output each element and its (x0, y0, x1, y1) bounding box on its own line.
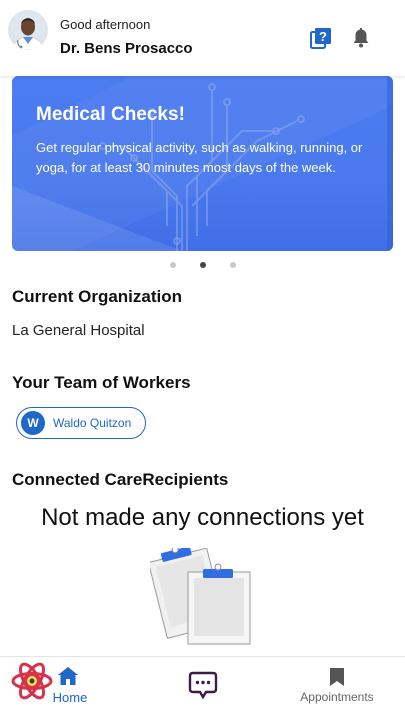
bookmark-icon (330, 668, 344, 686)
carousel-dot-2[interactable] (200, 262, 206, 268)
nav-appointments[interactable]: Appointments (300, 657, 374, 711)
react-logo-icon (11, 660, 53, 702)
organization-heading: Current Organization (12, 287, 183, 306)
tip-banner[interactable]: Medical Checks! Get regular physical act… (12, 76, 393, 251)
worker-chip[interactable]: W Waldo Quitzon (16, 407, 147, 439)
worker-name: Waldo Quitzon (53, 416, 132, 430)
carousel-dot-1[interactable] (170, 262, 176, 268)
chat-icon (188, 671, 218, 700)
bell-icon[interactable] (350, 27, 372, 49)
svg-text:?: ? (319, 29, 327, 44)
nav-home[interactable]: Home (53, 657, 87, 711)
banner-text: Get regular physical activity, such as w… (36, 140, 363, 175)
nav-appointments-label: Appointments (300, 690, 374, 704)
clipboard-illustration-icon (147, 546, 254, 651)
banner-title: Medical Checks! (36, 104, 185, 125)
carousel-dot-3[interactable] (230, 262, 236, 268)
empty-connections-message: Not made any connections yet (41, 504, 364, 531)
user-name: Dr. Bens Prosacco (60, 40, 193, 57)
carousel-indicator (0, 262, 405, 272)
nav-chat[interactable] (188, 657, 218, 711)
bottom-navigation: Home Appointments (0, 656, 405, 711)
team-heading: Your Team of Workers (12, 373, 191, 392)
worker-avatar: W (21, 411, 45, 435)
organization-name: La General Hospital (12, 322, 145, 339)
help-question-icon[interactable]: ? (310, 27, 332, 49)
app-header: Good afternoon Dr. Bens Prosacco ? (0, 0, 405, 76)
doctor-avatar-icon[interactable] (8, 10, 48, 50)
greeting-text: Good afternoon (60, 17, 151, 32)
home-icon (58, 667, 78, 685)
care-recipients-heading: Connected CareRecipients (12, 470, 229, 489)
